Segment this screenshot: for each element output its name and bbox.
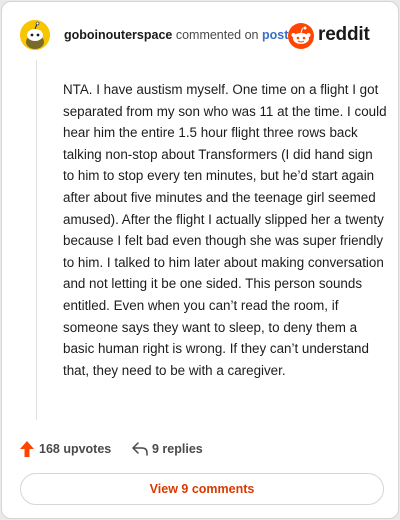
comment-card: goboinouterspace commented on post reddi… [1, 1, 399, 519]
comment-body: NTA. I have austism myself. One time on … [63, 82, 387, 378]
comment-header: goboinouterspace commented on post reddi… [20, 20, 380, 50]
action-text: commented on [175, 28, 259, 42]
reddit-snoo-icon [288, 23, 314, 49]
comment-actions: 168 upvotes 9 replies [20, 440, 380, 458]
thread-line [36, 60, 37, 420]
upvote-count: 168 upvotes [39, 442, 112, 456]
snoo-avatar-icon [20, 20, 50, 50]
reply-count: 9 replies [152, 442, 203, 456]
comment-meta: goboinouterspace commented on post [64, 28, 288, 42]
view-comments-button[interactable]: View 9 comments [20, 473, 384, 505]
post-link[interactable]: post [262, 28, 288, 42]
upvote-arrow-icon [20, 441, 34, 457]
avatar[interactable] [20, 20, 50, 50]
reddit-logo[interactable]: reddit [288, 23, 380, 49]
username-link[interactable]: goboinouterspace [64, 28, 172, 42]
brand-wordmark: reddit [318, 24, 370, 45]
reply-arrow-icon [132, 442, 148, 456]
